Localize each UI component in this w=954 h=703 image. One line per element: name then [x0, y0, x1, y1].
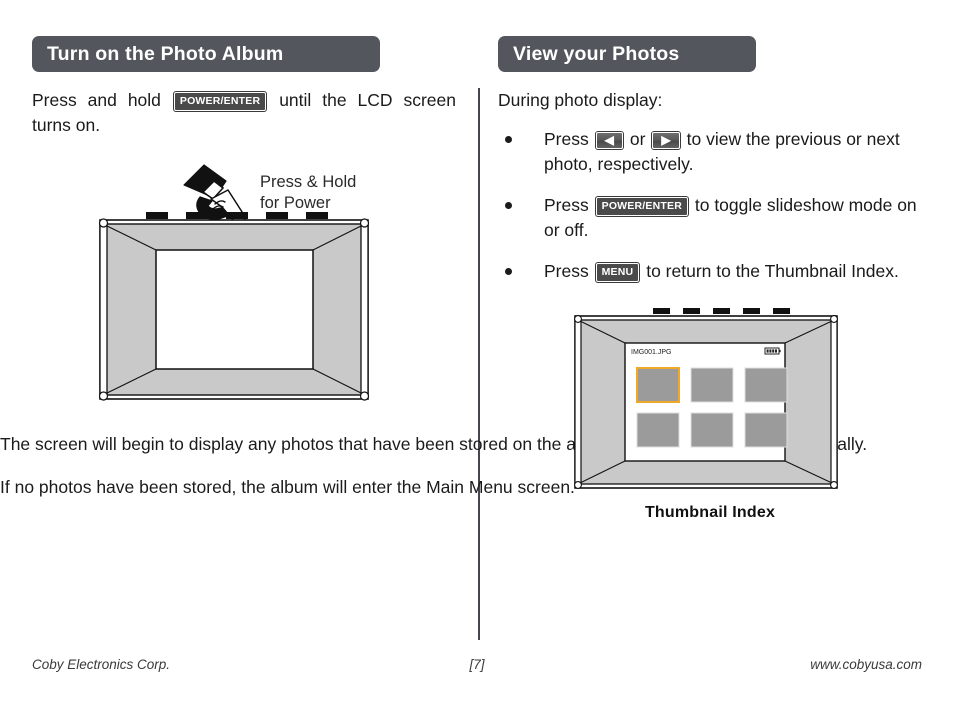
left-column: Press and hold POWER/ENTER until the LCD… [32, 88, 456, 152]
column-divider [478, 88, 480, 640]
bullet-dot-icon [505, 136, 512, 143]
manual-page: Turn on the Photo Album View your Photos… [0, 0, 954, 703]
screen-filename-label: IMG001.JPG [631, 349, 671, 356]
left-intro-paragraph: Press and hold POWER/ENTER until the LCD… [32, 88, 456, 138]
thumbnail-index-illustration: IMG001.JPG Thumbnail Index [565, 308, 855, 522]
section-heading-view-your-photos: View your Photos [498, 36, 756, 72]
bullet-dot-icon [505, 202, 512, 209]
left-intro-prefix: Press and hold [32, 90, 161, 110]
page-footer: Coby Electronics Corp. [7] www.cobyusa.c… [32, 657, 922, 677]
thumbnail-index-caption: Thumbnail Index [644, 504, 776, 521]
thumbnail-cell[interactable] [636, 412, 680, 448]
bullet-item-return-thumbnail-index: Press MENU to return to the Thumbnail In… [498, 259, 922, 284]
bullet-item-toggle-slideshow: Press POWER/ENTER to toggle slideshow mo… [498, 193, 922, 243]
footer-website: www.cobyusa.com [810, 657, 922, 672]
device-top-buttons [146, 212, 328, 219]
thumbnail-cell[interactable] [744, 412, 788, 448]
right-intro-paragraph: During photo display: [498, 90, 663, 110]
key-badge-power-enter: POWER/ENTER [595, 197, 688, 216]
key-badge-menu: MENU [595, 263, 640, 282]
bullet-dot-icon [505, 268, 512, 275]
section-heading-turn-on-photo-album: Turn on the Photo Album [32, 36, 380, 72]
bullet-3-text-before: Press [544, 261, 589, 281]
bullet-3-text-after: to return to the Thumbnail Index. [646, 261, 899, 281]
key-badge-right-arrow: ▶ [652, 132, 680, 149]
bullet-1-text-before: Press [544, 129, 589, 149]
section-heading-left-label: Turn on the Photo Album [47, 42, 284, 65]
thumbnail-cell[interactable] [690, 412, 734, 448]
device-top-buttons [653, 308, 790, 314]
thumbnail-cell[interactable] [690, 367, 734, 403]
thumbnail-cell[interactable] [744, 367, 788, 403]
view-photos-bullet-list: Press ◀ or ▶ to view the previous or nex… [498, 127, 922, 284]
bullet-item-navigate-photos: Press ◀ or ▶ to view the previous or nex… [498, 127, 922, 177]
photo-album-front-illustration [86, 152, 382, 412]
section-heading-right-label: View your Photos [513, 42, 680, 65]
battery-icon [764, 347, 781, 355]
bullet-2-text-before: Press [544, 195, 589, 215]
key-badge-left-arrow: ◀ [595, 132, 624, 149]
footer-page-number: [7] [469, 657, 485, 672]
right-column: During photo display: Press ◀ or ▶ to vi… [498, 88, 922, 300]
key-badge-power-enter: POWER/ENTER [173, 92, 267, 111]
thumbnail-cell-selected[interactable] [636, 367, 680, 403]
bullet-1-mid-text: or [629, 129, 646, 149]
